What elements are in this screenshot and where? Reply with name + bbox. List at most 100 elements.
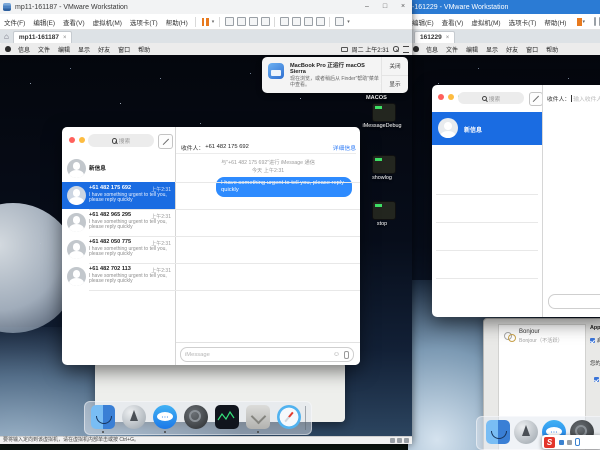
conversation-row-selected[interactable]: +61 482 175 692 上午2:31 I have something … bbox=[62, 182, 175, 209]
minimize-icon[interactable] bbox=[79, 137, 85, 143]
vm-screen-right[interactable]: 信息 文件 编辑 显示 好友 窗口 帮助 Bonjour Bonjour（不活跃… bbox=[408, 43, 600, 450]
unity-icon[interactable] bbox=[316, 17, 325, 26]
close-icon[interactable]: × bbox=[63, 35, 67, 41]
display-settings-icon[interactable] bbox=[335, 17, 344, 26]
mic-icon[interactable] bbox=[344, 351, 349, 359]
sogou-logo[interactable]: S bbox=[544, 437, 555, 448]
display-icon[interactable] bbox=[341, 47, 348, 52]
menu-view[interactable]: 查看(V) bbox=[59, 17, 89, 27]
mic-icon[interactable] bbox=[575, 438, 580, 446]
menu-help[interactable]: 帮助 bbox=[138, 45, 150, 54]
menu-buddies[interactable]: 好友 bbox=[506, 45, 518, 54]
notification-show-button[interactable]: 显示 bbox=[382, 75, 408, 94]
menu-tabs[interactable]: 选项卡(T) bbox=[126, 17, 162, 27]
menu-vm[interactable]: 虚拟机(M) bbox=[467, 17, 504, 27]
console-view-icon[interactable] bbox=[292, 17, 301, 26]
search-input[interactable]: 搜索 bbox=[88, 134, 154, 147]
details-button[interactable]: 详细信息 bbox=[333, 143, 356, 152]
vm-screen-left[interactable]: 信息 文件 编辑 显示 好友 窗口 帮助 周二 上午2:31 MacBook P… bbox=[0, 43, 412, 437]
info-checkbox-row[interactable] bbox=[594, 371, 600, 389]
recipient-row[interactable]: 收件人： +61 482 175 692 详细信息 bbox=[176, 141, 356, 154]
recipient-value[interactable]: +61 482 175 692 bbox=[205, 144, 249, 150]
menu-edit[interactable]: 编辑(E) bbox=[408, 17, 438, 27]
vm-tab-161229[interactable]: 161229 × bbox=[414, 31, 455, 43]
enable-account-row[interactable]: 启用 bbox=[590, 336, 600, 344]
launchpad-icon[interactable] bbox=[514, 420, 538, 444]
launchpad-icon[interactable] bbox=[122, 405, 146, 429]
spotlight-search-icon[interactable] bbox=[393, 46, 399, 52]
checkbox-checked-icon[interactable] bbox=[594, 377, 599, 382]
emoji-icon[interactable]: ☺ bbox=[333, 352, 340, 358]
compose-button[interactable] bbox=[158, 134, 173, 149]
menubar-clock[interactable]: 周二 上午2:31 bbox=[352, 45, 389, 54]
script-label[interactable]: showlog bbox=[352, 175, 412, 181]
close-icon[interactable] bbox=[69, 137, 75, 143]
menu-edit[interactable]: 编辑(E) bbox=[29, 17, 59, 27]
sogou-tools-icon[interactable] bbox=[567, 440, 572, 445]
safari-icon[interactable] bbox=[277, 405, 301, 429]
messages-icon[interactable] bbox=[153, 405, 177, 429]
menu-window[interactable]: 窗口 bbox=[118, 45, 130, 54]
messages-window-right[interactable]: 搜索 收件人： 输入收件人 新信息 bbox=[432, 85, 600, 317]
notification-center-icon[interactable] bbox=[403, 46, 409, 53]
apple-icon[interactable] bbox=[413, 46, 419, 52]
volume-label-macos[interactable]: MACOS bbox=[366, 95, 387, 101]
script-icon-showlog[interactable] bbox=[372, 155, 396, 174]
minimize-icon[interactable] bbox=[448, 94, 454, 100]
finder-icon[interactable] bbox=[91, 405, 115, 429]
apple-icon[interactable] bbox=[5, 46, 11, 52]
minimize-button[interactable]: – bbox=[358, 0, 376, 14]
notification-close-button[interactable]: 关闭 bbox=[382, 57, 408, 75]
close-button[interactable]: × bbox=[394, 0, 412, 14]
activity-monitor-icon[interactable] bbox=[215, 405, 239, 429]
menu-window[interactable]: 窗口 bbox=[526, 45, 538, 54]
sogou-mode-icon[interactable] bbox=[559, 440, 564, 445]
recipient-row[interactable]: 收件人： 输入收件人 bbox=[547, 94, 600, 103]
menu-view[interactable]: 显示 bbox=[78, 45, 90, 54]
titlebar-right[interactable]: -161229 - VMware Workstation bbox=[408, 0, 600, 15]
installer-icon[interactable] bbox=[246, 405, 270, 429]
menu-help[interactable]: 帮助(H) bbox=[540, 17, 570, 27]
close-icon[interactable]: × bbox=[446, 35, 450, 41]
show-library-icon[interactable] bbox=[280, 17, 289, 26]
menu-view[interactable]: 查看(V) bbox=[438, 17, 468, 27]
search-input[interactable]: 搜索 bbox=[458, 92, 524, 104]
messages-window-left[interactable]: 搜索 收件人： +61 482 175 692 详细信息 与"+61 482 1… bbox=[62, 127, 360, 365]
menu-file[interactable]: 文件 bbox=[446, 45, 458, 54]
menu-messages[interactable]: 信息 bbox=[18, 45, 30, 54]
menu-help[interactable]: 帮助(H) bbox=[162, 17, 192, 27]
vm-device-icons[interactable] bbox=[390, 438, 409, 443]
conversation-row-new[interactable]: 新信息 bbox=[62, 155, 175, 182]
menu-view[interactable]: 显示 bbox=[486, 45, 498, 54]
imessage-input[interactable]: iMessage ☺ bbox=[180, 347, 354, 362]
menu-file[interactable]: 文件 bbox=[38, 45, 50, 54]
pause-vm-icon[interactable] bbox=[202, 18, 209, 26]
chevron-down-icon[interactable]: ▾ bbox=[212, 19, 215, 25]
script-icon-stop[interactable] bbox=[372, 201, 396, 220]
maximize-button[interactable]: □ bbox=[376, 0, 394, 14]
close-icon[interactable] bbox=[438, 94, 444, 100]
menu-vm[interactable]: 虚拟机(M) bbox=[89, 17, 126, 27]
fullscreen-icon[interactable] bbox=[304, 17, 313, 26]
script-icon-imessagedebug[interactable] bbox=[372, 103, 396, 122]
conversation-row[interactable]: +61 482 050 775 上午2:31 I have something … bbox=[62, 236, 175, 263]
toolbar-icon[interactable] bbox=[594, 17, 596, 26]
conversation-row[interactable]: +61 482 965 295 上午2:31 I have something … bbox=[62, 209, 175, 236]
manage-snapshots-icon[interactable] bbox=[261, 17, 270, 26]
script-label[interactable]: iMessageDebug bbox=[352, 123, 412, 129]
conversation-new-message[interactable]: 新信息 bbox=[432, 112, 542, 145]
menu-tabs[interactable]: 选项卡(T) bbox=[505, 17, 541, 27]
compose-button[interactable] bbox=[529, 92, 543, 106]
menu-edit[interactable]: 编辑 bbox=[466, 45, 478, 54]
menu-buddies[interactable]: 好友 bbox=[98, 45, 110, 54]
menu-messages[interactable]: 信息 bbox=[426, 45, 438, 54]
script-label[interactable]: stop bbox=[352, 221, 412, 227]
menu-edit[interactable]: 编辑 bbox=[58, 45, 70, 54]
sogou-input-bar[interactable]: S bbox=[542, 435, 600, 449]
titlebar-left[interactable]: mp11-161187 - VMware Workstation – □ × bbox=[0, 0, 412, 15]
finder-icon[interactable] bbox=[486, 420, 510, 444]
send-cad-icon[interactable] bbox=[225, 17, 234, 26]
home-tab-icon[interactable]: ⌂ bbox=[4, 32, 9, 42]
vm-tab-mp11-161187[interactable]: mp11-161187 × bbox=[13, 31, 73, 43]
account-item-bonjour[interactable]: Bonjour Bonjour（不活跃） bbox=[499, 325, 585, 349]
